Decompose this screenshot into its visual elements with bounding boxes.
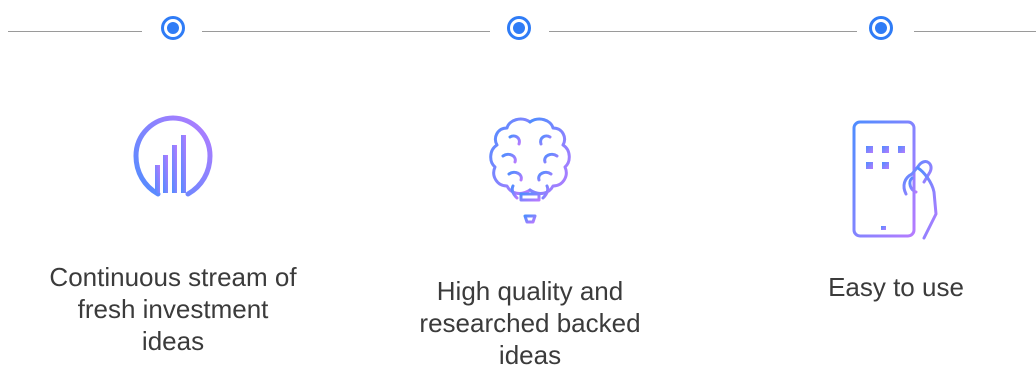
lightbulb-chart-icon [133, 115, 213, 225]
timeline-dot-2 [507, 16, 531, 40]
feature-card-2: High quality and researched backed ideas [380, 112, 680, 371]
timeline-line [202, 31, 490, 32]
timeline-line [549, 31, 857, 32]
feature-card-3: Easy to use [746, 116, 1036, 303]
brain-bulb-icon [489, 117, 571, 224]
smartphone-hand-icon [852, 120, 938, 240]
timeline-line [914, 31, 1036, 32]
feature-label: High quality and researched backed ideas [419, 276, 641, 370]
timeline-line [8, 31, 142, 32]
feature-label: Easy to use [828, 272, 964, 302]
timeline-dot-3 [869, 16, 893, 40]
feature-card-1: Continuous stream of fresh investment id… [23, 110, 323, 357]
timeline-dot-1 [161, 16, 185, 40]
feature-label: Continuous stream of fresh investment id… [49, 262, 297, 356]
